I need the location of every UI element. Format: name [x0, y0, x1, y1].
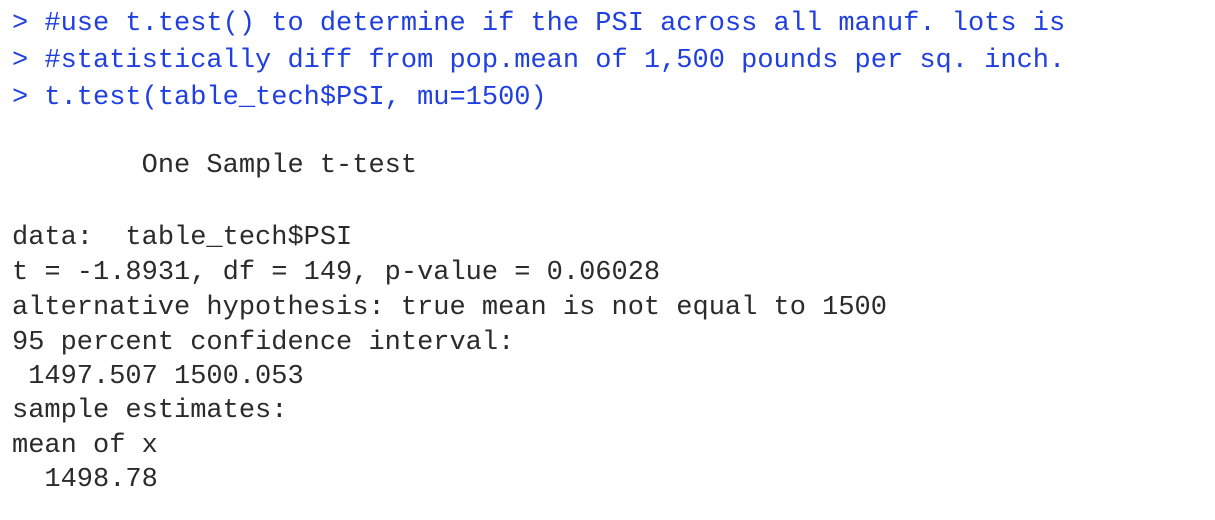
test-title: One Sample t-test: [12, 151, 418, 181]
alternative-hypothesis-line: alternative hypothesis: true mean is not…: [12, 293, 887, 323]
sample-estimates-label: sample estimates:: [12, 396, 288, 426]
confidence-interval-values: 1497.507 1500.053: [12, 362, 304, 392]
mean-value: 1498.78: [12, 465, 158, 495]
mean-label: mean of x: [12, 431, 158, 461]
console-command-line: > #use t.test() to determine if the PSI …: [12, 9, 1066, 39]
r-console[interactable]: > #use t.test() to determine if the PSI …: [0, 0, 1215, 520]
stats-line: t = -1.8931, df = 149, p-value = 0.06028: [12, 258, 661, 288]
console-command-line: > #statistically diff from pop.mean of 1…: [12, 46, 1066, 76]
confidence-interval-label: 95 percent confidence interval:: [12, 328, 515, 358]
data-line: data: table_tech$PSI: [12, 223, 353, 253]
console-command-line: > t.test(table_tech$PSI, mu=1500): [12, 83, 547, 113]
